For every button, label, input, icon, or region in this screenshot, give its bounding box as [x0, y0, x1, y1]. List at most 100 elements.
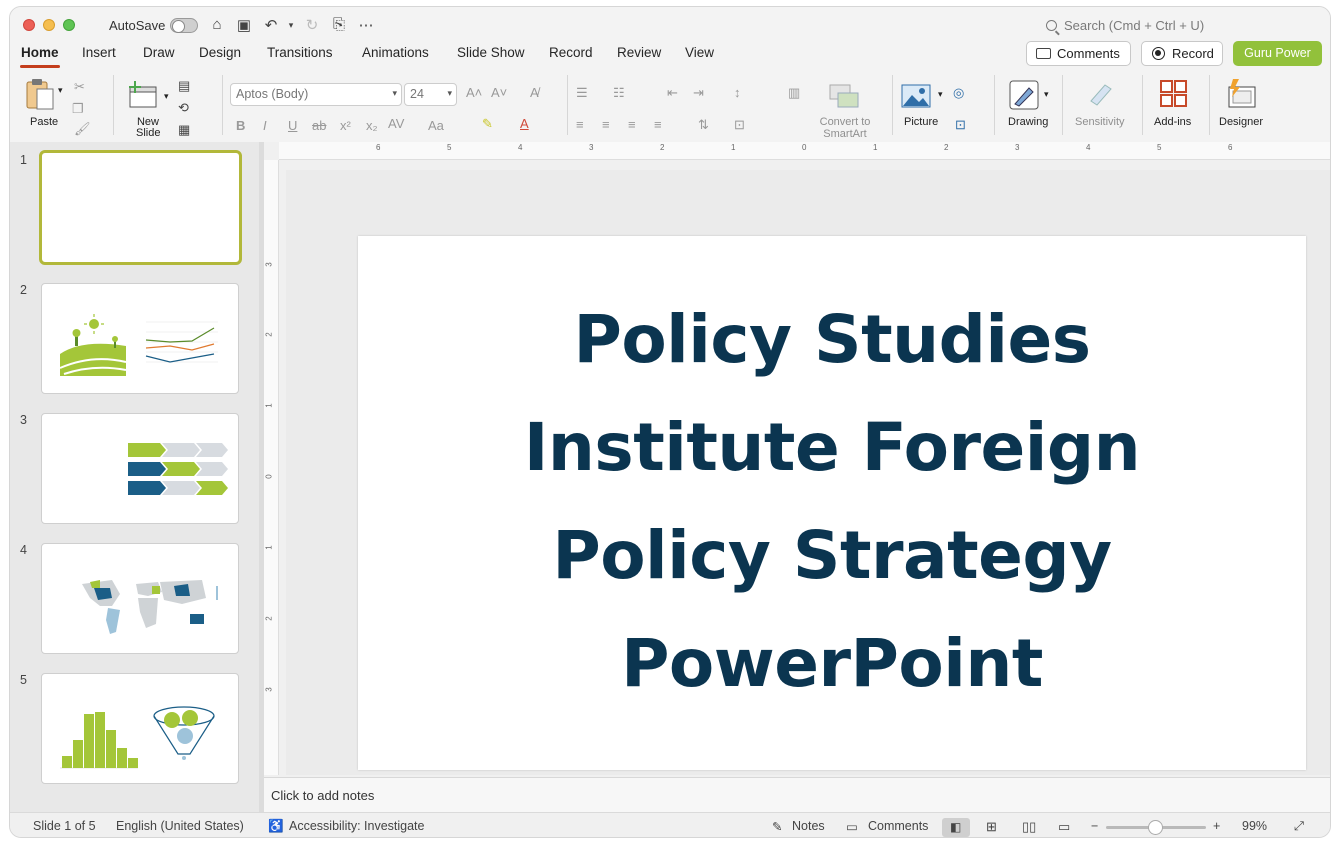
- copy-icon[interactable]: ❐: [72, 101, 84, 117]
- italic-icon[interactable]: I: [263, 118, 267, 133]
- comments-toggle[interactable]: Comments: [868, 819, 928, 833]
- clear-formatting-icon[interactable]: A̸: [530, 85, 539, 100]
- add-ins-icon[interactable]: [1159, 79, 1189, 109]
- align-right-icon[interactable]: ≡: [628, 117, 636, 132]
- bullets-icon[interactable]: ☰: [576, 85, 588, 101]
- text-direction-icon[interactable]: ⇅: [698, 117, 709, 133]
- decrease-font-icon[interactable]: A˅: [491, 85, 507, 100]
- tab-design[interactable]: Design: [199, 45, 241, 60]
- new-slide-dropdown-icon[interactable]: ▾: [164, 91, 169, 102]
- normal-view-button[interactable]: ◧: [942, 818, 970, 837]
- justify-icon[interactable]: ≡: [654, 117, 662, 132]
- home-icon[interactable]: ⌂: [208, 16, 226, 33]
- tab-insert[interactable]: Insert: [82, 45, 116, 60]
- redo-icon[interactable]: ↻: [303, 16, 321, 34]
- smartart-icon[interactable]: [826, 83, 860, 109]
- fit-to-window-icon[interactable]: ⤢: [1294, 819, 1304, 834]
- tab-animations[interactable]: Animations: [362, 45, 429, 60]
- zoom-level[interactable]: 99%: [1242, 819, 1267, 833]
- underline-icon[interactable]: U: [288, 118, 297, 133]
- designer-icon[interactable]: [1225, 77, 1257, 111]
- slide-thumbnail-1[interactable]: [39, 150, 242, 265]
- slide-thumbnail-3[interactable]: [41, 413, 239, 524]
- zoom-slider-handle[interactable]: [1148, 820, 1163, 835]
- subscript-icon[interactable]: x₂: [366, 118, 378, 133]
- notes-pane[interactable]: Click to add notes: [264, 777, 1330, 812]
- autosave-toggle[interactable]: [170, 18, 198, 33]
- picture-dropdown-icon[interactable]: ▾: [938, 89, 943, 100]
- farm-chart-thumbnail: [59, 314, 218, 376]
- cut-icon[interactable]: ✂: [74, 79, 85, 95]
- tab-review[interactable]: Review: [617, 45, 661, 60]
- format-painter-icon[interactable]: 🖌: [74, 121, 91, 137]
- strikethrough-icon[interactable]: ab: [312, 118, 326, 133]
- layout-icon[interactable]: ▤: [178, 78, 190, 94]
- new-slide-icon[interactable]: [127, 79, 159, 111]
- slide-thumbnail-2[interactable]: [41, 283, 239, 394]
- align-text-icon[interactable]: ⊡: [734, 117, 745, 133]
- notes-placeholder: Click to add notes: [271, 788, 375, 803]
- close-window-button[interactable]: [23, 19, 35, 31]
- undo-dropdown-icon[interactable]: ▾: [282, 20, 300, 31]
- font-name-select[interactable]: Aptos (Body) ▾: [230, 83, 402, 106]
- drawing-icon[interactable]: [1009, 80, 1041, 112]
- slide-sorter-button[interactable]: ⊞: [980, 818, 1008, 837]
- align-left-icon[interactable]: ≡: [576, 117, 584, 132]
- save-as-icon[interactable]: ⎘: [330, 16, 348, 33]
- search-box[interactable]: Search (Cmd + Ctrl + U): [1046, 18, 1204, 33]
- language-indicator[interactable]: English (United States): [116, 819, 244, 833]
- ribbon-separator: [892, 75, 893, 135]
- tab-draw[interactable]: Draw: [143, 45, 175, 60]
- search-placeholder: Search (Cmd + Ctrl + U): [1064, 18, 1205, 33]
- drawing-dropdown-icon[interactable]: ▾: [1044, 89, 1049, 100]
- ribbon-home: ▾ Paste ✂ ❐ 🖌 ▾ New Slide ▤ ⟲ ▦ Aptos (B…: [10, 71, 1330, 141]
- current-slide[interactable]: Policy Studies Institute Foreign Policy …: [358, 236, 1306, 770]
- maximize-window-button[interactable]: [63, 19, 75, 31]
- record-button[interactable]: Record: [1141, 41, 1223, 66]
- change-case-icon[interactable]: Aa: [428, 118, 444, 133]
- slide-show-button[interactable]: ▭: [1052, 818, 1080, 837]
- shapes-icon[interactable]: ◎: [953, 85, 964, 101]
- font-color-icon[interactable]: A: [520, 116, 529, 131]
- tab-transitions[interactable]: Transitions: [267, 45, 333, 60]
- decrease-indent-icon[interactable]: ⇤: [667, 85, 678, 101]
- bold-icon[interactable]: B: [236, 118, 245, 133]
- columns-icon[interactable]: ▥: [788, 85, 800, 101]
- section-icon[interactable]: ▦: [178, 122, 190, 138]
- notes-toggle[interactable]: Notes: [792, 819, 825, 833]
- character-spacing-icon[interactable]: AV: [388, 116, 404, 131]
- accessibility-status[interactable]: Accessibility: Investigate: [289, 819, 424, 833]
- picture-icon[interactable]: [901, 84, 931, 108]
- align-center-icon[interactable]: ≡: [602, 117, 610, 132]
- tab-slide-show[interactable]: Slide Show: [457, 45, 525, 60]
- line-spacing-icon[interactable]: ↕: [734, 85, 741, 100]
- paste-dropdown-icon[interactable]: ▾: [58, 85, 63, 96]
- sensitivity-label: Sensitivity: [1075, 116, 1125, 128]
- reading-view-button[interactable]: ▯▯: [1016, 818, 1044, 837]
- numbering-icon[interactable]: ☷: [613, 85, 625, 101]
- comments-button[interactable]: Comments: [1026, 41, 1131, 66]
- slide-thumbnail-4[interactable]: [41, 543, 239, 654]
- undo-icon[interactable]: ↶: [262, 16, 280, 34]
- superscript-icon[interactable]: x²: [340, 118, 351, 133]
- increase-font-icon[interactable]: A˄: [466, 85, 482, 100]
- tab-home[interactable]: Home: [20, 45, 60, 68]
- highlight-icon[interactable]: ✎: [482, 116, 493, 132]
- paste-icon[interactable]: [24, 77, 56, 111]
- slide-canvas: Policy Studies Institute Foreign Policy …: [286, 170, 1330, 775]
- more-icon[interactable]: ⋯: [357, 16, 375, 34]
- slide-title[interactable]: Policy Studies Institute Foreign Policy …: [358, 286, 1306, 718]
- increase-indent-icon[interactable]: ⇥: [693, 85, 704, 101]
- guru-power-button[interactable]: Guru Power: [1233, 41, 1322, 66]
- tab-view[interactable]: View: [685, 45, 714, 60]
- slide-thumbnail-5[interactable]: [41, 673, 239, 784]
- save-icon[interactable]: ▣: [235, 16, 253, 34]
- reset-icon[interactable]: ⟲: [178, 100, 189, 116]
- zoom-out-button[interactable]: −: [1091, 819, 1098, 833]
- zoom-in-button[interactable]: +: [1213, 819, 1220, 833]
- tab-record[interactable]: Record: [549, 45, 593, 60]
- text-box-icon[interactable]: ⊡: [955, 117, 966, 133]
- minimize-window-button[interactable]: [43, 19, 55, 31]
- sensitivity-icon[interactable]: [1085, 79, 1115, 109]
- font-size-select[interactable]: 24 ▾: [404, 83, 457, 106]
